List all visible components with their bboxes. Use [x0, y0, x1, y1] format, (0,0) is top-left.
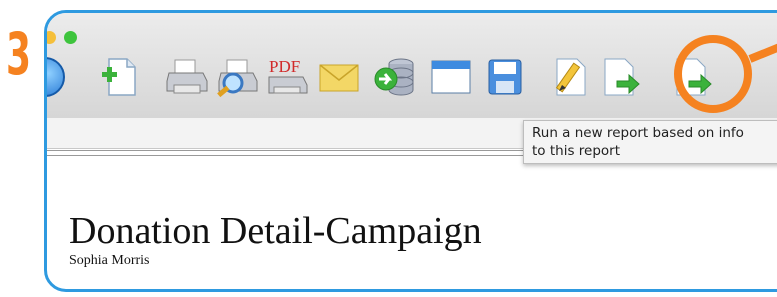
tooltip: Run a new report based on info to this r… — [523, 120, 777, 164]
globe-icon[interactable] — [47, 57, 65, 97]
save-icon[interactable] — [483, 55, 527, 99]
report-title: Donation Detail-Campaign — [69, 210, 482, 252]
run-report-icon[interactable] — [599, 55, 643, 99]
highlight-circle — [674, 35, 752, 113]
app-window: PDF Run a new report based on info to th… — [44, 10, 777, 292]
tutorial-canvas: 3 PDF Run a new report based on info to … — [0, 0, 777, 297]
step-number: 3 — [6, 20, 32, 88]
tooltip-line-2: to this report — [532, 143, 621, 159]
email-icon[interactable] — [317, 55, 361, 99]
zoom-button[interactable] — [64, 31, 77, 44]
export-database-icon[interactable] — [373, 55, 417, 99]
window-icon[interactable] — [429, 55, 473, 99]
print-pdf-icon[interactable]: PDF — [265, 55, 309, 99]
report-author: Sophia Morris — [69, 253, 150, 268]
tooltip-line-1: Run a new report based on info — [532, 125, 744, 141]
print-icon[interactable] — [165, 55, 209, 99]
pdf-label: PDF — [269, 57, 300, 76]
new-document-icon[interactable] — [99, 55, 143, 99]
print-preview-icon[interactable] — [215, 55, 259, 99]
minimize-button[interactable] — [47, 31, 56, 44]
edit-icon[interactable] — [549, 55, 593, 99]
toolbar: PDF — [47, 13, 777, 119]
